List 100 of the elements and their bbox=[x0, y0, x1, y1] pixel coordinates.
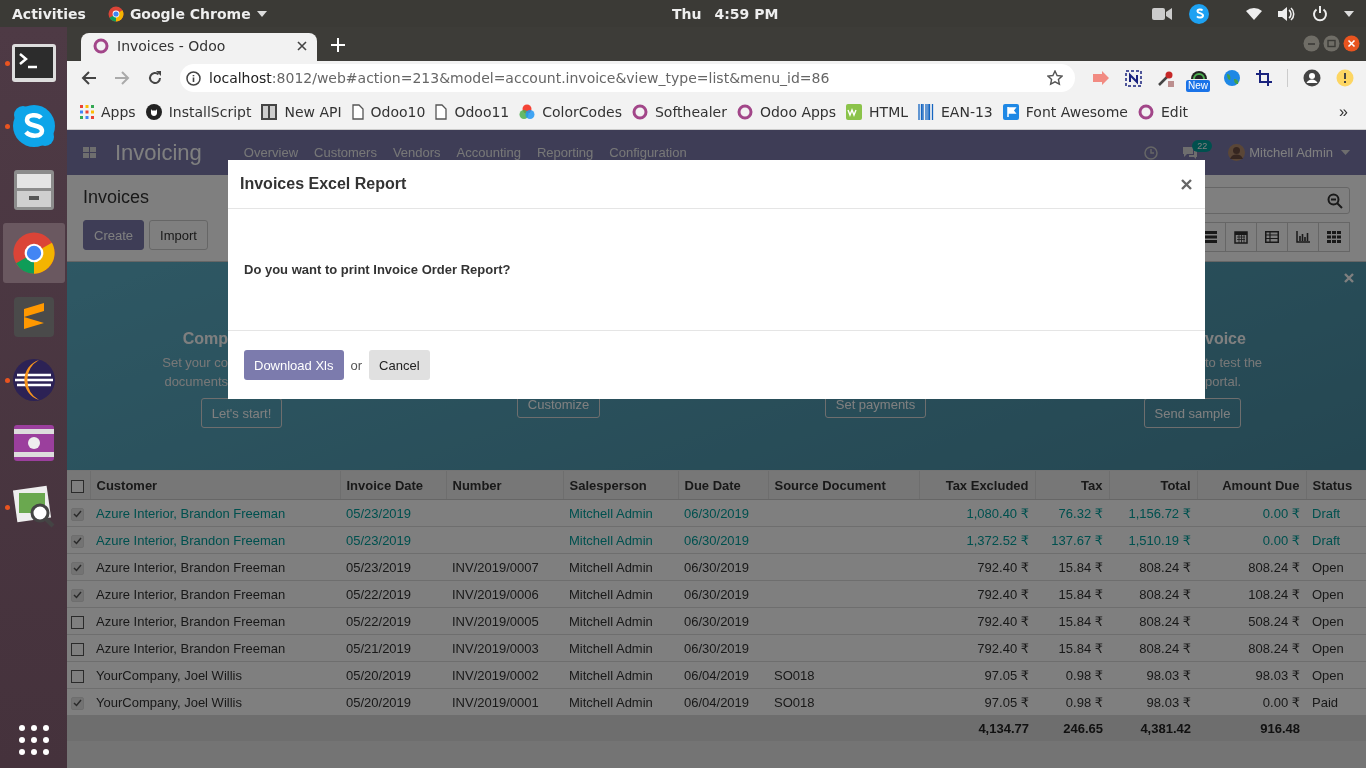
app-menu[interactable]: Google Chrome bbox=[107, 5, 267, 22]
eyedropper-icon[interactable] bbox=[1157, 69, 1175, 87]
caret-icon[interactable] bbox=[1344, 10, 1354, 17]
clock-day[interactable]: Thu bbox=[672, 5, 702, 22]
crop-icon[interactable] bbox=[1256, 70, 1272, 86]
skype-icon[interactable] bbox=[1188, 2, 1210, 25]
bookmark-link[interactable]: Odoo Apps bbox=[736, 104, 837, 120]
view-switch-button[interactable] bbox=[1256, 222, 1288, 252]
column-header[interactable]: Due Date bbox=[678, 471, 768, 500]
bookmark-link[interactable]: Edit bbox=[1137, 104, 1189, 120]
close-icon[interactable] bbox=[297, 41, 307, 51]
bookmark-link[interactable]: Apps bbox=[80, 104, 136, 120]
cancel-button[interactable]: Cancel bbox=[369, 350, 430, 380]
table-cell: 06/30/2019 bbox=[684, 505, 750, 521]
table-cell: INV/2019/0005 bbox=[452, 613, 539, 629]
view-switch-button[interactable] bbox=[1225, 222, 1257, 252]
page-icon bbox=[435, 104, 448, 120]
terminal-icon[interactable] bbox=[10, 43, 57, 83]
column-header[interactable]: Salesperson bbox=[563, 471, 678, 500]
step-description: portal. bbox=[1205, 373, 1242, 391]
column-header[interactable]: Tax Excluded bbox=[919, 471, 1035, 500]
table-cell: 98.03 ₹ bbox=[1146, 667, 1191, 683]
star-icon[interactable] bbox=[1047, 70, 1063, 86]
column-header[interactable]: Status bbox=[1306, 471, 1366, 500]
power-icon[interactable] bbox=[1312, 5, 1328, 22]
bookmark-link[interactable]: Odoo11 bbox=[435, 104, 510, 120]
column-total: 4,381.42 bbox=[1140, 721, 1191, 736]
app-title[interactable]: Invoicing bbox=[115, 139, 202, 166]
table-cell: 06/04/2019 bbox=[684, 667, 750, 683]
activities-button[interactable]: Activities bbox=[12, 5, 86, 22]
new-tab-icon[interactable] bbox=[331, 38, 345, 52]
view-switch-button[interactable] bbox=[1287, 222, 1319, 252]
close-icon[interactable] bbox=[1343, 35, 1360, 52]
column-header[interactable]: Number bbox=[446, 471, 563, 500]
bookmark-link[interactable]: Font Awesome bbox=[1002, 104, 1128, 120]
bookmark-link[interactable]: ColorCodes bbox=[519, 104, 622, 120]
address-bar[interactable]: localhost:8012/web#action=213&model=account.invoice&view_type=list&menu_id=86 bbox=[180, 64, 1075, 92]
bookmark-link[interactable]: HTML bbox=[846, 104, 908, 120]
running-indicator bbox=[4, 124, 10, 130]
column-total: 916.48 bbox=[1260, 721, 1300, 736]
column-header[interactable]: Source Document bbox=[768, 471, 919, 500]
browser-tab[interactable]: Invoices - Odoo bbox=[81, 33, 317, 61]
back-icon[interactable] bbox=[81, 70, 97, 86]
bookmark-link[interactable]: Softhealer bbox=[631, 104, 727, 120]
warning-icon[interactable] bbox=[1336, 69, 1354, 87]
profile-icon[interactable] bbox=[1303, 69, 1321, 87]
table-cell: 508.24 ₹ bbox=[1248, 613, 1300, 629]
table-cell: Draft bbox=[1312, 532, 1341, 548]
clock-time[interactable]: 4:59 PM bbox=[714, 5, 779, 22]
table-cell: Mitchell Admin bbox=[569, 532, 653, 548]
skype-icon[interactable] bbox=[10, 103, 57, 150]
table-cell: Draft bbox=[1312, 505, 1341, 521]
bookmark-link[interactable]: InstallScript bbox=[145, 104, 252, 120]
camera-icon[interactable] bbox=[1152, 6, 1172, 21]
row-checkbox[interactable] bbox=[71, 642, 84, 656]
film-icon[interactable] bbox=[11, 423, 56, 464]
bookmark-link[interactable]: EAN-13 bbox=[918, 104, 993, 120]
table-cell: 808.24 ₹ bbox=[1248, 640, 1300, 656]
show-apps-icon[interactable] bbox=[17, 724, 50, 756]
table-cell: Open bbox=[1312, 667, 1344, 683]
column-header[interactable]: Tax bbox=[1035, 471, 1109, 500]
table-cell: 1,510.19 ₹ bbox=[1128, 532, 1191, 548]
column-header[interactable]: Invoice Date bbox=[340, 471, 446, 500]
bookmark-link[interactable]: Odoo10 bbox=[351, 104, 426, 120]
reload-icon[interactable] bbox=[147, 70, 163, 86]
chrome-icon[interactable] bbox=[11, 231, 56, 276]
bookmark-link[interactable]: New API bbox=[261, 104, 342, 120]
download-button[interactable]: Download Xls bbox=[244, 350, 344, 380]
globe-icon[interactable] bbox=[1223, 69, 1241, 87]
eclipse-icon[interactable] bbox=[10, 356, 57, 403]
import-button[interactable]: Import bbox=[149, 220, 208, 250]
page-title: Invoices bbox=[83, 187, 151, 208]
frame-icon[interactable] bbox=[1125, 69, 1142, 87]
image-viewer-icon[interactable] bbox=[11, 484, 56, 529]
running-indicator bbox=[4, 504, 10, 510]
odoo-icon bbox=[1137, 104, 1154, 120]
file-cabinet-icon[interactable] bbox=[11, 167, 56, 212]
odoo-icon bbox=[93, 38, 109, 54]
select-all-checkbox[interactable] bbox=[71, 479, 84, 493]
column-header[interactable]: Amount Due bbox=[1197, 471, 1306, 500]
wifi-icon[interactable] bbox=[1246, 6, 1262, 21]
table-cell: 1,080.40 ₹ bbox=[966, 505, 1029, 521]
row-checkbox[interactable] bbox=[71, 669, 84, 683]
search-icon[interactable] bbox=[1327, 192, 1343, 209]
column-header[interactable]: Total bbox=[1109, 471, 1197, 500]
table-cell: 06/30/2019 bbox=[684, 640, 750, 656]
more-bookmarks-button[interactable]: » bbox=[1339, 103, 1358, 121]
sublime-icon[interactable] bbox=[11, 294, 56, 339]
row-checkbox[interactable] bbox=[71, 615, 84, 629]
view-switch-button[interactable] bbox=[1318, 222, 1350, 252]
close-icon[interactable] bbox=[1181, 178, 1192, 190]
create-button[interactable]: Create bbox=[83, 220, 145, 250]
table-cell: 05/23/2019 bbox=[346, 532, 412, 548]
or-label: or bbox=[350, 357, 363, 373]
volume-icon[interactable] bbox=[1278, 6, 1296, 21]
user-menu[interactable]: Mitchell Admin bbox=[1249, 145, 1333, 160]
column-header[interactable]: Customer bbox=[90, 471, 340, 500]
dock-item[interactable] bbox=[2, 223, 65, 284]
table-cell: Mitchell Admin bbox=[569, 559, 653, 575]
table-cell: 06/30/2019 bbox=[684, 613, 750, 629]
